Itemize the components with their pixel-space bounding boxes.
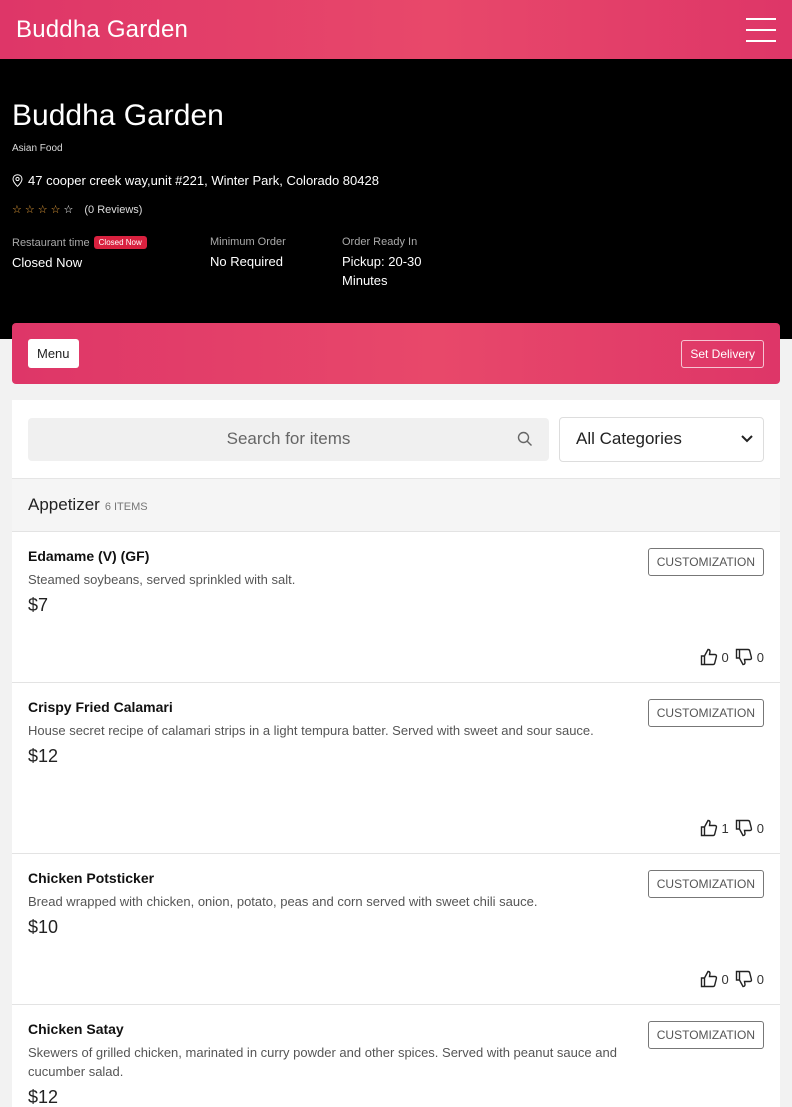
customization-button[interactable]: CUSTOMIZATION <box>647 699 764 727</box>
info-label: Order Ready In <box>342 236 418 248</box>
brand-logo-text[interactable]: Buddha Garden <box>16 16 188 44</box>
item-price: $10 <box>28 917 59 937</box>
customization-button[interactable]: CUSTOMIZATION <box>647 870 764 898</box>
thumbs-up-icon[interactable] <box>700 648 718 666</box>
item-price: $12 <box>28 746 59 766</box>
search-row: All Categories <box>12 400 780 479</box>
rating-row: ☆ ☆ ☆ ☆ ☆ (0 Reviews) <box>12 203 142 217</box>
search-input[interactable] <box>28 417 549 461</box>
category-header: Appetizer 6 ITEMS <box>12 479 780 532</box>
vote-row: 0 0 <box>700 970 764 988</box>
set-delivery-button[interactable]: Set Delivery <box>681 339 764 368</box>
cuisine-label: Asian Food <box>12 143 63 154</box>
menu-button[interactable]: Menu <box>28 339 79 368</box>
dislike-count: 0 <box>756 649 764 665</box>
item-price: $12 <box>28 1087 59 1107</box>
menu-item[interactable]: Chicken Potsticker Bread wrapped with ch… <box>12 854 780 1005</box>
star-empty-icon: ☆ <box>63 204 74 216</box>
star-empty-icon: ☆ <box>37 204 48 216</box>
vote-row: 0 0 <box>700 648 764 666</box>
info-label: Restaurant time <box>12 236 90 249</box>
menu-panel: All Categories Appetizer 6 ITEMS Edamame… <box>12 400 780 1107</box>
category-select-value: All Categories <box>576 429 682 448</box>
menu-item[interactable]: Chicken Satay Skewers of grilled chicken… <box>12 1005 780 1107</box>
category-item-count: 6 ITEMS <box>104 500 148 513</box>
info-label: Minimum Order <box>210 236 286 248</box>
thumbs-down-icon[interactable] <box>735 648 753 666</box>
like-count: 0 <box>721 971 729 987</box>
star-empty-icon: ☆ <box>24 204 35 216</box>
star-empty-icon: ☆ <box>50 204 61 216</box>
restaurant-name: Buddha Garden <box>12 99 224 132</box>
star-empty-icon: ☆ <box>12 204 22 216</box>
like-count: 1 <box>721 820 729 836</box>
menu-item[interactable]: Crispy Fried Calamari House secret recip… <box>12 683 780 854</box>
thumbs-down-icon[interactable] <box>735 819 753 837</box>
search-box <box>28 417 549 461</box>
hamburger-icon[interactable] <box>746 17 776 42</box>
category-select[interactable]: All Categories <box>559 416 764 462</box>
thumbs-up-icon[interactable] <box>700 819 718 837</box>
map-pin-icon <box>12 174 23 187</box>
menu-bar: Menu Set Delivery <box>12 323 780 384</box>
item-description: House secret recipe of calamari strips i… <box>28 723 594 738</box>
category-title: Appetizer <box>28 495 100 514</box>
like-count: 0 <box>721 649 729 665</box>
thumbs-up-icon[interactable] <box>700 970 718 988</box>
item-price: $7 <box>28 595 49 615</box>
search-icon[interactable] <box>517 431 533 447</box>
item-description: Steamed soybeans, served sprinkled with … <box>28 572 296 587</box>
customization-button[interactable]: CUSTOMIZATION <box>647 548 764 576</box>
status-badge: Closed Now <box>93 236 147 249</box>
menu-item[interactable]: Edamame (V) (GF) Steamed soybeans, serve… <box>12 532 780 683</box>
thumbs-down-icon[interactable] <box>735 970 753 988</box>
minimum-order-info: Minimum Order No Required <box>210 236 330 271</box>
top-navbar: Buddha Garden <box>0 0 792 59</box>
info-value: No Required <box>210 254 283 269</box>
dislike-count: 0 <box>756 971 764 987</box>
chevron-down-icon <box>741 435 753 443</box>
address-line: 47 cooper creek way,unit #221, Winter Pa… <box>12 173 379 188</box>
dislike-count: 0 <box>756 820 764 836</box>
reviews-count[interactable]: (0 Reviews) <box>84 204 142 216</box>
order-ready-info: Order Ready In Pickup: 20-30 Minutes <box>342 236 442 290</box>
restaurant-time-info: Restaurant time Closed Now Closed Now <box>12 236 182 272</box>
item-description: Bread wrapped with chicken, onion, potat… <box>28 894 538 909</box>
item-description: Skewers of grilled chicken, marinated in… <box>28 1045 617 1079</box>
vote-row: 1 0 <box>700 819 764 837</box>
address-text: 47 cooper creek way,unit #221, Winter Pa… <box>28 173 379 188</box>
restaurant-hero: Buddha Garden Asian Food 47 cooper creek… <box>0 59 792 339</box>
info-value: Closed Now <box>12 255 83 270</box>
info-value: Pickup: 20-30 Minutes <box>342 254 422 288</box>
customization-button[interactable]: CUSTOMIZATION <box>647 1021 764 1049</box>
